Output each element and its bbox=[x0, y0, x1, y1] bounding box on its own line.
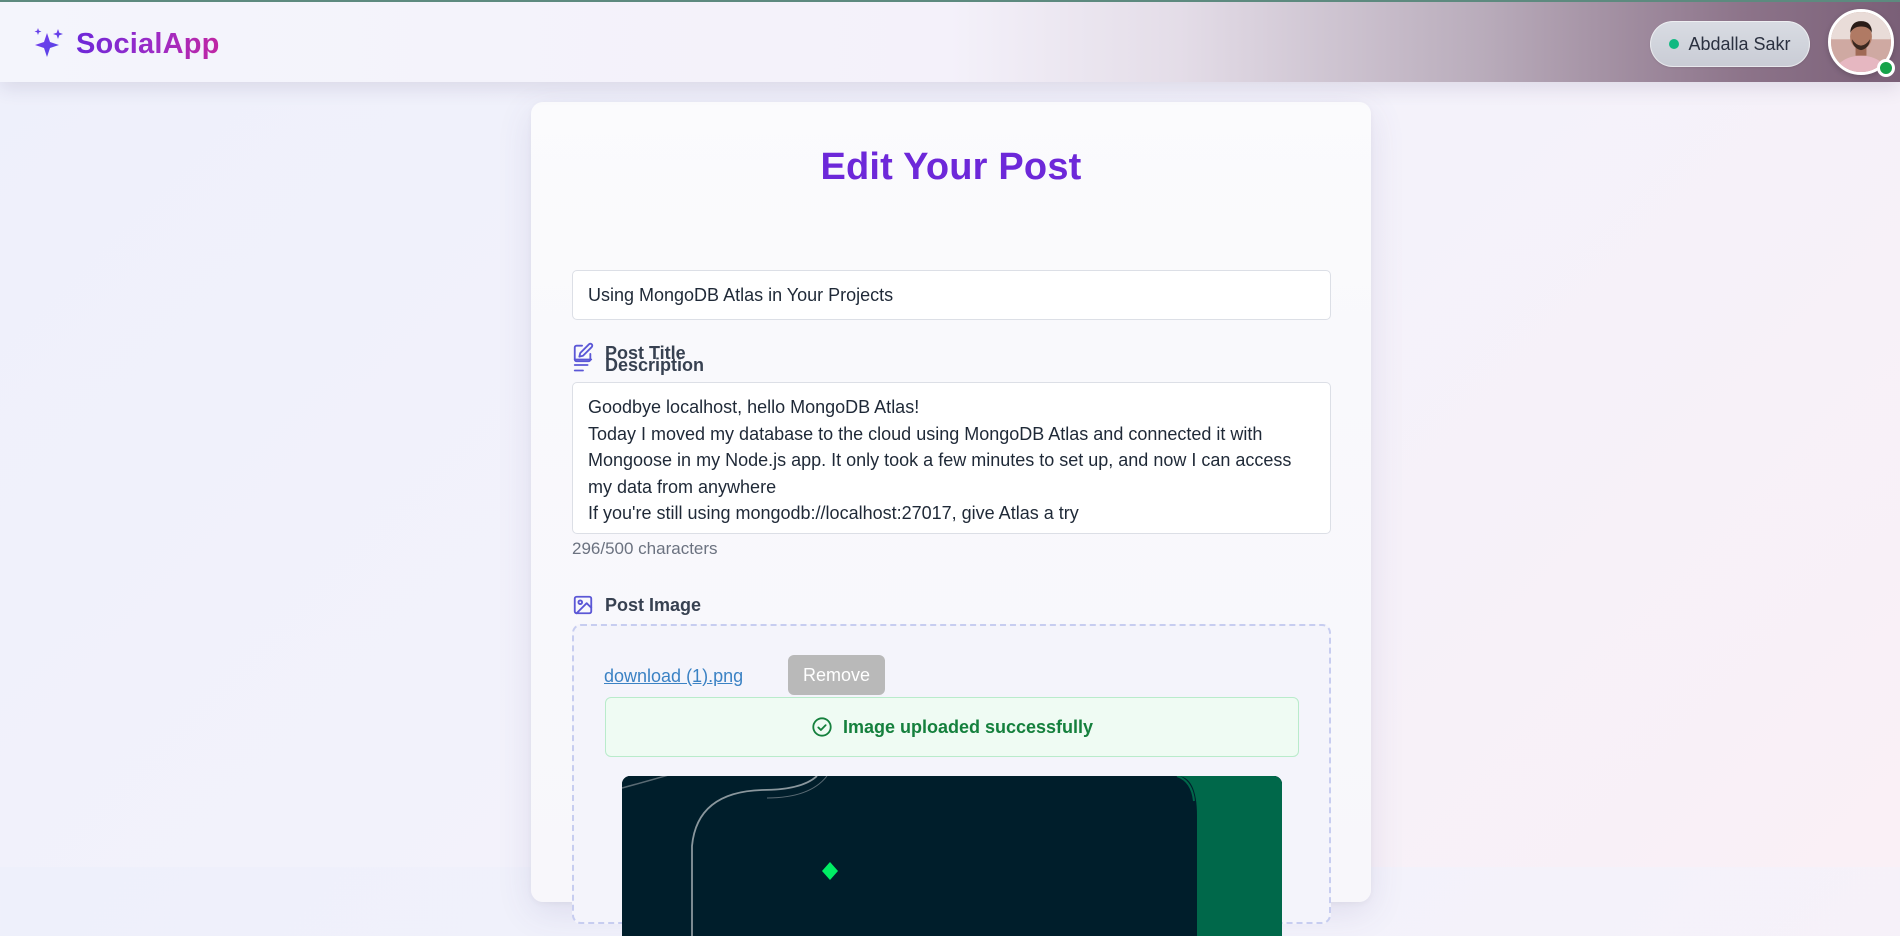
description-label-text: Description bbox=[605, 354, 705, 375]
character-counter: 296/500 characters bbox=[572, 539, 718, 558]
description-label: Description bbox=[572, 353, 704, 377]
post-title-input[interactable]: Using MongoDB Atlas in Your Projects bbox=[572, 270, 1331, 320]
upload-success-text: Image uploaded successfully bbox=[842, 716, 1094, 737]
uploaded-file-link[interactable]: download (1).png bbox=[604, 666, 743, 687]
remove-image-button[interactable]: Remove bbox=[788, 655, 885, 695]
edit-post-card: Edit Your Post Post Title Using MongoDB … bbox=[531, 102, 1371, 936]
preview-image bbox=[622, 776, 1282, 936]
image-preview bbox=[622, 776, 1282, 936]
sparkles-icon bbox=[34, 28, 63, 57]
top-navbar: SocialApp Abdalla Sakr bbox=[0, 0, 1900, 82]
user-chip[interactable]: Abdalla Sakr bbox=[1650, 21, 1810, 67]
brand-logo[interactable]: SocialApp bbox=[32, 24, 220, 64]
brand-name: SocialApp bbox=[76, 27, 220, 60]
upload-success-alert: Image uploaded successfully bbox=[605, 697, 1299, 757]
page-title: Edit Your Post bbox=[820, 146, 1082, 188]
avatar-online-indicator bbox=[1877, 59, 1895, 77]
online-status-dot bbox=[1669, 39, 1680, 49]
post-image-label-text: Post Image bbox=[605, 594, 702, 615]
user-name: Abdalla Sakr bbox=[1688, 33, 1791, 54]
description-textarea[interactable]: Goodbye localhost, hello MongoDB Atlas! … bbox=[572, 382, 1331, 534]
check-circle-icon bbox=[812, 717, 832, 737]
image-icon bbox=[573, 595, 593, 615]
align-left-icon bbox=[573, 358, 593, 372]
post-title-value: Using MongoDB Atlas in Your Projects bbox=[588, 284, 894, 305]
image-dropzone[interactable]: download (1).png Remove Image uploaded s… bbox=[572, 624, 1331, 936]
post-image-label: Post Image bbox=[572, 593, 701, 617]
